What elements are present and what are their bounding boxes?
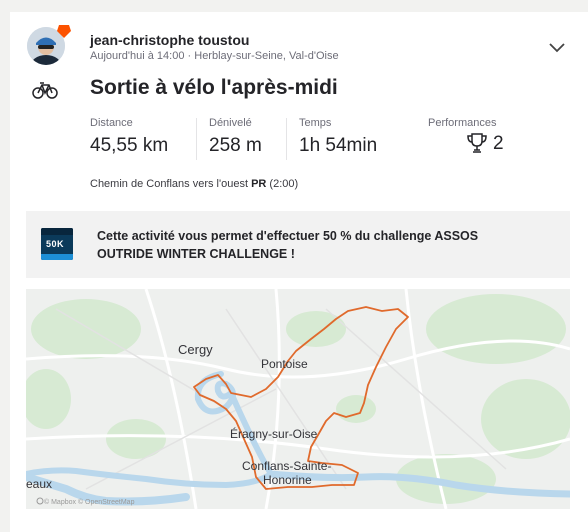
segment-achievement[interactable]: Chemin de Conflans vers l'ouest PR (2:00… xyxy=(90,178,298,190)
athlete-name[interactable]: jean-christophe toustou xyxy=(90,32,249,48)
route-map[interactable]: Cergy Pontoise Éragny-sur-Oise Conflans-… xyxy=(26,289,570,509)
avatar[interactable] xyxy=(27,25,71,65)
map-attribution[interactable]: © Mapbox © OpenStreetMap xyxy=(44,499,134,506)
activity-meta: Aujourd'hui à 14:00 · Herblay-sur-Seine,… xyxy=(90,50,339,62)
challenge-banner[interactable]: 50K Cette activité vous permet d'effectu… xyxy=(26,211,570,278)
challenge-logo-text: 50K xyxy=(46,239,65,249)
map-label-conflans-line2: Honorine xyxy=(263,473,312,487)
activity-title[interactable]: Sortie à vélo l'après-midi xyxy=(90,76,338,100)
stat-performances-value[interactable]: 2 xyxy=(493,133,504,155)
stat-divider xyxy=(286,118,287,160)
stat-elevation-value: 258 m xyxy=(209,135,262,156)
challenge-text: Cette activité vous permet d'effectuer 5… xyxy=(97,229,479,261)
segment-name[interactable]: Chemin de Conflans vers l'ouest xyxy=(90,178,248,190)
bike-icon xyxy=(32,82,58,99)
map-label-eragny: Éragny-sur-Oise xyxy=(230,427,318,441)
stat-divider xyxy=(196,118,197,160)
trophy-icon xyxy=(467,133,487,153)
stat-distance-value: 45,55 km xyxy=(90,135,169,156)
map-label-cergy: Cergy xyxy=(178,342,213,357)
stat-elevation-label: Dénivelé xyxy=(209,117,252,129)
stat-distance: Distance 45,55 km xyxy=(90,117,168,157)
stat-time-label: Temps xyxy=(299,117,332,129)
chevron-down-icon[interactable] xyxy=(548,42,566,54)
segment-pr-badge: PR xyxy=(251,178,267,190)
challenge-logo: 50K xyxy=(41,228,73,260)
stat-distance-label: Distance xyxy=(90,117,133,129)
strava-badge-icon xyxy=(57,25,71,38)
activity-date-time: Aujourd'hui à 14:00 xyxy=(90,50,185,62)
stat-elevation: Dénivelé 258 m xyxy=(209,117,262,157)
activity-location: Herblay-sur-Seine, Val-d'Oise xyxy=(194,50,339,62)
stat-time-value: 1h 54min xyxy=(299,135,378,156)
stat-performances-label: Performances xyxy=(428,117,497,129)
stat-time: Temps 1h 54min xyxy=(299,117,377,157)
map-label-pontoise: Pontoise xyxy=(261,357,308,371)
activity-card[interactable]: jean-christophe toustou Aujourd'hui à 14… xyxy=(10,12,588,532)
map-label-eaux: eaux xyxy=(26,477,53,491)
segment-time: (2:00) xyxy=(269,178,299,190)
map-label-conflans-line1: Conflans-Sainte- xyxy=(242,459,332,473)
